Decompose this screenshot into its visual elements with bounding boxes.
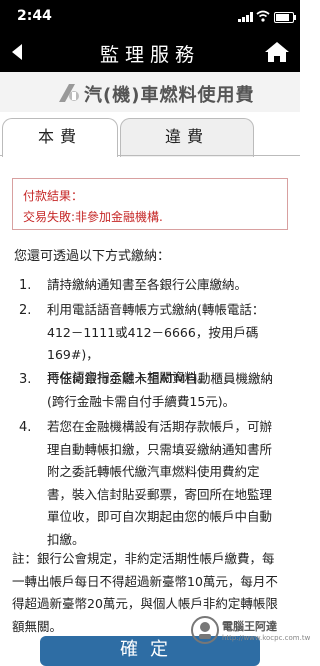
watermark-text: 電腦王阿達 <box>222 620 277 633</box>
status-bar: 2:44 <box>0 0 300 32</box>
service-banner: 汽(機)車燃料使用費 <box>0 72 300 112</box>
site-watermark: 電腦王阿達 http://www.kocpc.com.tw <box>190 615 310 647</box>
banner-title: 汽(機)車燃料使用費 <box>84 85 255 106</box>
watermark-url: http://www.kocpc.com.tw <box>222 634 311 642</box>
item-number: 1. <box>19 278 32 293</box>
page-title: 監理服務 <box>99 44 200 66</box>
tab-basic-fee[interactable]: 本費 <box>2 118 118 157</box>
tab-penalty-fee[interactable]: 違費 <box>120 118 254 157</box>
home-icon[interactable] <box>264 41 290 63</box>
item-line: 附之委託轉帳代繳汽車燃料使用費約定 <box>47 464 260 479</box>
item-line: 若您在金融機構設有活期存款帳戶，可辦 <box>47 419 273 434</box>
item-text: 請持繳納通知書至各銀行公庫繳納。 <box>47 274 295 297</box>
result-message: 交易失敗:非參加金融機構. <box>23 210 163 224</box>
item-number: 2. <box>19 303 32 318</box>
battery-icon <box>274 12 296 23</box>
item-number: 4. <box>19 420 32 435</box>
item-line: 持任何銀行金融卡至ATM自動櫃員機繳納 <box>47 371 274 386</box>
watermark-logo-icon <box>191 616 219 644</box>
item-line: 書，裝入信封貼妥郵票，寄回所在地監理 <box>47 486 273 502</box>
wifi-icon <box>256 10 270 22</box>
cellular-signal-icon <box>238 12 254 22</box>
fuel-pump-logo-icon <box>59 84 79 102</box>
intro-text: 您還可透過以下方式繳納： <box>14 249 171 264</box>
item-line: (跨行金融卡需自付手續費15元)。 <box>47 393 236 409</box>
note-line: 一轉出帳戶每日不得超過新臺幣10萬元，每月不 <box>12 573 278 589</box>
item-number: 3. <box>19 372 32 387</box>
note-line: 註：銀行公會規定，非約定活期性帳戶繳費，每 <box>12 551 275 566</box>
item-line: 理自動轉帳扣繳，只需填妥繳納通知書所 <box>47 441 273 457</box>
nav-bar: 監理服務 <box>0 32 300 72</box>
result-title: 付款結果： <box>23 189 84 203</box>
payment-result-box: 付款結果： 交易失敗:非參加金融機構. <box>12 178 288 230</box>
item-text: 持任何銀行金融卡至ATM自動櫃員機繳納 (跨行金融卡需自付手續費15元)。 <box>47 368 295 413</box>
fee-tabs: 本費 違費 <box>0 112 300 157</box>
status-time: 2:44 <box>17 8 52 24</box>
note-line: 得超過新臺幣20萬元，與個人帳戶非約定轉帳限 <box>12 596 278 611</box>
item-line: 利用電話語音轉帳方式繳納(轉帳電話： <box>47 302 265 317</box>
item-line: 請持繳納通知書至各銀行公庫繳納。 <box>47 277 248 292</box>
item-line: 412－1111或412－6666，按用戶碼169#)， <box>47 324 259 363</box>
item-line: 單位收，即可自次期起由您的帳戶中自動 <box>47 509 273 524</box>
item-text: 若您在金融機構設有活期存款帳戶，可辦 理自動轉帳扣繳，只需填妥繳納通知書所 附之… <box>47 416 295 551</box>
